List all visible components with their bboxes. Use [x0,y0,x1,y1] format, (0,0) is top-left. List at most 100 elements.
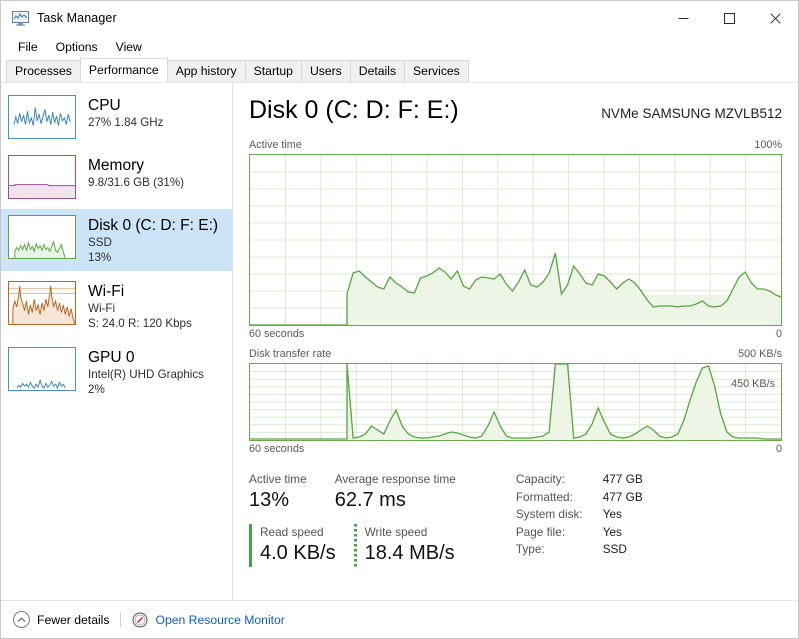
detail-header: Disk 0 (C: D: F: E:) NVMe SAMSUNG MZVLB5… [249,95,782,125]
info-key-system-disk: System disk: [515,507,583,521]
cpu-sub: 27% 1.84 GHz [88,116,164,129]
tab-startup[interactable]: Startup [244,60,302,82]
graph2-title: Disk transfer rate [249,348,332,360]
write-speed-value: 18.4 MB/s [364,542,455,564]
window-title: Task Manager [37,11,117,25]
wifi-text: Wi-Fi Wi-Fi S: 24.0 R: 120 Kbps [88,281,192,331]
menu-file[interactable]: File [9,38,47,56]
task-manager-icon [12,10,29,26]
page-title: Disk 0 (C: D: F: E:) [249,96,459,124]
read-speed-label: Read speed [260,525,324,539]
speed-row: Read speed 4.0 KB/s Write speed 18.4 MB/… [249,524,484,567]
graph1-max: 100% [754,139,782,151]
stat-write-speed: Write speed 18.4 MB/s [353,524,455,567]
info-key-capacity: Capacity: [515,472,565,486]
graph2-footer: 60 seconds 0 [249,443,782,455]
disk0-sub1: SSD [88,236,112,249]
memory-sub: 9.8/31.6 GB (31%) [88,176,185,189]
tab-services[interactable]: Services [404,60,469,82]
close-icon [769,12,781,24]
detail-panel: Disk 0 (C: D: F: E:) NVMe SAMSUNG MZVLB5… [233,83,798,600]
maximize-button[interactable] [706,1,752,35]
tab-performance[interactable]: Performance [79,58,168,82]
memory-thumbnail [8,155,76,199]
minimize-icon [678,17,688,19]
tab-processes[interactable]: Processes [6,60,81,82]
info-key-type: Type: [515,542,545,556]
task-manager-window: Task Manager File Options View Processes… [0,0,799,639]
graph2-max: 500 KB/s [738,348,782,360]
graph1-labels: Active time 100% [249,139,782,151]
disk-transfer-rate-graph[interactable]: 450 KB/s [249,363,782,441]
info-key-formatted: Formatted: [515,489,573,504]
info-val-capacity: 477 GB [602,472,643,486]
gpu0-sub1: Intel(R) UHD Graphics [88,368,204,381]
active-time-value: 13% [249,489,290,511]
chevron-up-icon [13,611,30,628]
info-val-system-disk: Yes [602,507,622,521]
fewer-details-label: Fewer details [37,612,110,627]
sidebar-item-disk0[interactable]: Disk 0 (C: D: F: E:) SSD 13% [1,209,232,271]
stat-avg-response: Average response time 62.7 ms [335,471,456,514]
stats-left-inner: Active time 13% Average response time 62… [249,471,484,567]
sidebar-item-gpu0[interactable]: GPU 0 Intel(R) UHD Graphics 2% [1,341,232,403]
disk0-title: Disk 0 (C: D: F: E:) [88,217,219,234]
sidebar-item-cpu[interactable]: CPU 27% 1.84 GHz [1,89,232,145]
gpu0-sub2: 2% [88,383,105,396]
wifi-title: Wi-Fi [88,283,125,300]
disk0-thumbnail [8,215,76,259]
memory-text: Memory 9.8/31.6 GB (31%) [88,155,184,190]
cpu-thumbnail [8,95,76,139]
gpu0-thumbnail [8,347,76,391]
tab-users[interactable]: Users [300,60,351,82]
sidebar-item-memory[interactable]: Memory 9.8/31.6 GB (31%) [1,149,232,205]
stat-active-time: Active time 13% [249,471,307,514]
tab-strip: Processes Performance App history Startu… [1,58,798,82]
gpu0-text: GPU 0 Intel(R) UHD Graphics 2% [88,347,204,397]
wifi-sub2: S: 24.0 R: 120 Kbps [88,317,192,330]
graph1-title: Active time [249,139,302,151]
caption-button-group [660,1,798,35]
graph2-right-time: 0 [775,443,782,455]
info-key-page-file: Page file: [515,524,565,539]
graph1-left-time: 60 seconds [249,328,305,340]
menu-bar: File Options View [1,35,798,58]
tab-details[interactable]: Details [349,60,406,82]
close-button[interactable] [752,1,798,35]
wifi-sub1: Wi-Fi [88,302,116,315]
read-speed-text: Read speed 4.0 KB/s [260,524,336,567]
resource-monitor-icon [132,612,148,628]
info-val-formatted: 477 GB [602,489,643,504]
title-bar: Task Manager [1,1,798,35]
sidebar-item-wifi[interactable]: Wi-Fi Wi-Fi S: 24.0 R: 120 Kbps [1,275,232,337]
graph1-right-time: 0 [775,328,782,340]
resource-monitor-label: Open Resource Monitor [155,612,285,627]
info-val-type: SSD [602,542,627,556]
cpu-text: CPU 27% 1.84 GHz [88,95,163,130]
minimize-button[interactable] [660,1,706,35]
disk-info-table: Capacity: 477 GB Formatted: 477 GB Syste… [516,471,643,567]
menu-options[interactable]: Options [47,38,107,56]
tab-app-history[interactable]: App history [166,60,246,82]
resource-sidebar: CPU 27% 1.84 GHz Memory 9.8/31.6 GB (31%… [1,83,233,600]
gpu0-title: GPU 0 [88,349,135,366]
avg-response-label: Average response time [334,472,456,486]
disk0-sub2: 13% [88,251,112,264]
avg-response-value: 62.7 ms [334,489,406,511]
graph2-left-time: 60 seconds [249,443,305,455]
maximize-icon [723,12,735,24]
cpu-title: CPU [88,97,121,114]
graph1-footer: 60 seconds 0 [249,328,782,340]
menu-view[interactable]: View [107,38,151,56]
footer-divider [120,612,122,627]
graph2-labels: Disk transfer rate 500 KB/s [249,348,782,360]
open-resource-monitor-link[interactable]: Open Resource Monitor [132,612,285,628]
fewer-details-button[interactable]: Fewer details [13,611,109,628]
read-speed-indicator [249,524,252,567]
disk0-text: Disk 0 (C: D: F: E:) SSD 13% [88,215,218,265]
content-body: CPU 27% 1.84 GHz Memory 9.8/31.6 GB (31%… [1,82,798,600]
active-time-graph[interactable] [249,154,782,326]
write-speed-label: Write speed [364,525,428,539]
read-speed-value: 4.0 KB/s [260,542,336,564]
device-model: NVMe SAMSUNG MZVLB512 [601,106,782,121]
